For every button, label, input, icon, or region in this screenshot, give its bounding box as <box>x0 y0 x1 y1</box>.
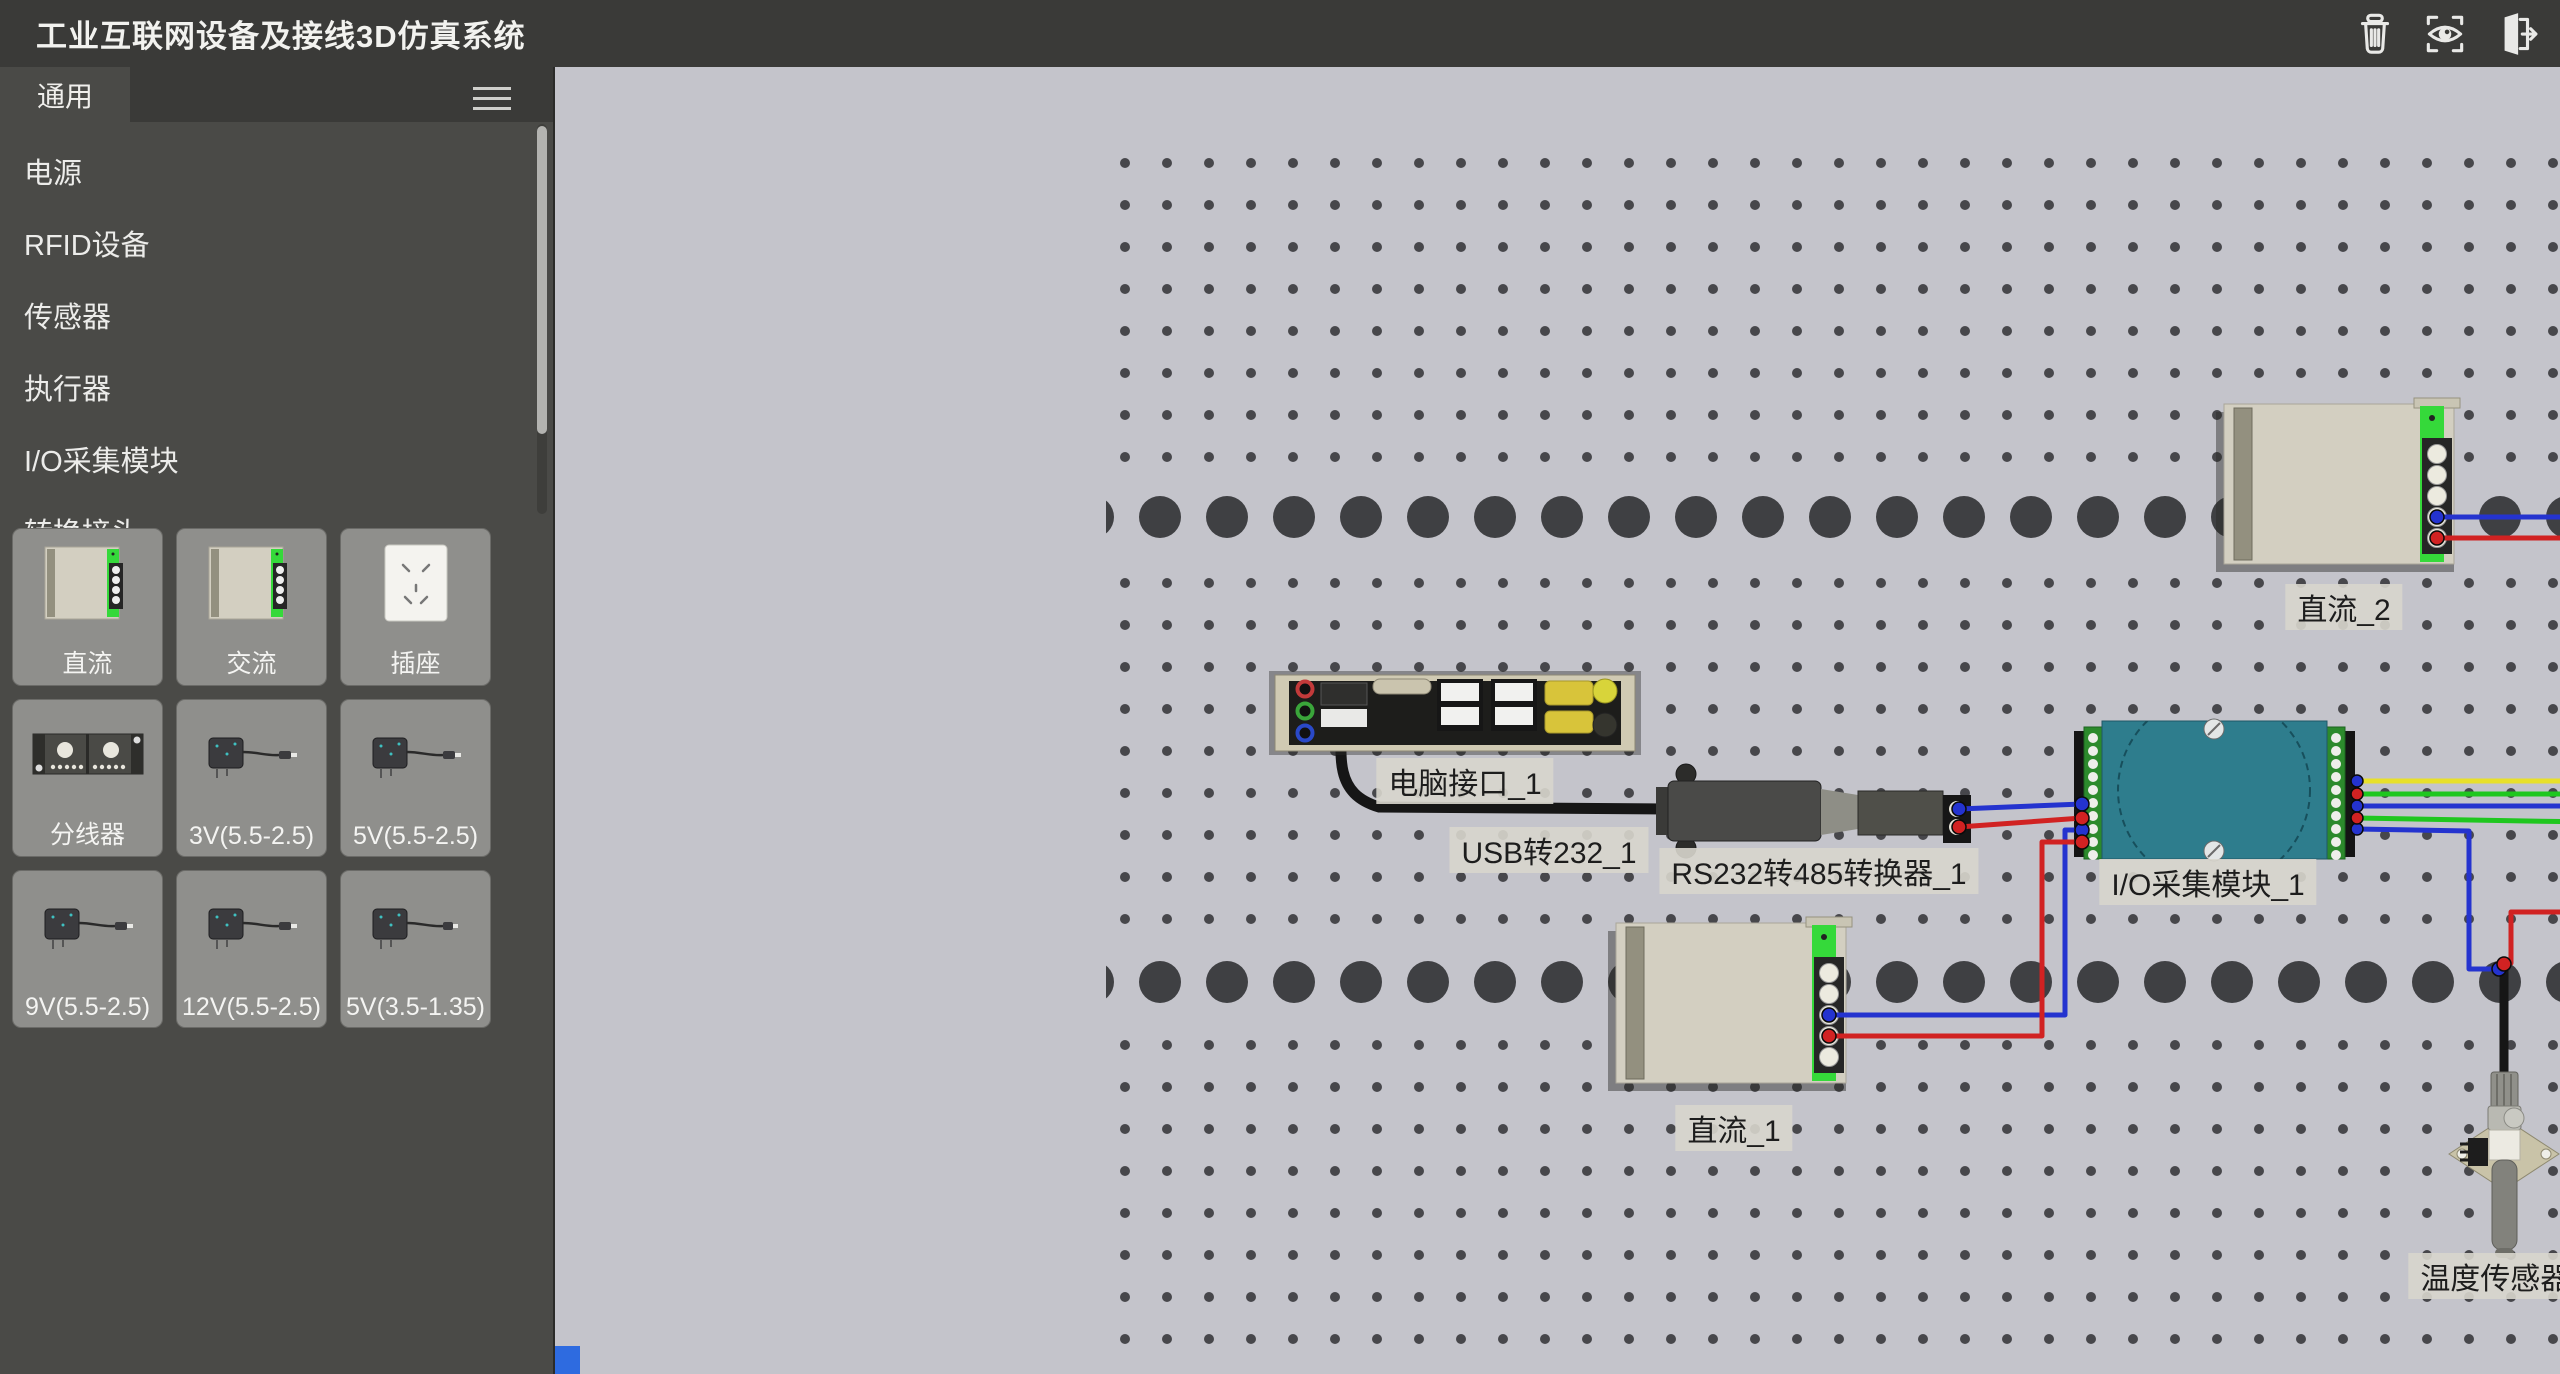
sidebar-item-sensor[interactable]: 传感器 <box>0 279 520 351</box>
topbar-icons <box>2348 7 2542 61</box>
tile-label: 插座 <box>341 644 490 680</box>
sidebar: 通用 电源 RFID设备 传感器 执行器 I/O采集模块 转换接头 <box>0 67 555 1374</box>
power-adapter-icon <box>23 881 153 973</box>
tile-5v-135-adapter[interactable]: 5V(3.5-1.35) <box>340 870 491 1028</box>
power-adapter-icon <box>187 710 317 802</box>
sidebar-menu: 电源 RFID设备 传感器 执行器 I/O采集模块 转换接头 <box>0 135 520 567</box>
device-label-pc: 电脑接口_1 <box>1376 758 1553 804</box>
tile-label: 交流 <box>177 644 326 680</box>
tile-label: 5V(3.5-1.35) <box>341 993 490 1022</box>
dc-module-icon <box>33 539 143 631</box>
trash-icon[interactable] <box>2348 7 2402 61</box>
tile-ac[interactable]: 交流 <box>176 528 327 686</box>
tile-splitter[interactable]: 分线器 <box>12 699 163 857</box>
tile-label: 5V(5.5-2.5) <box>341 822 490 851</box>
device-dc2[interactable] <box>2216 398 2460 572</box>
device-label-io: I/O采集模块_1 <box>2099 859 2316 905</box>
sidebar-scrollbar[interactable] <box>537 124 547 514</box>
device-pc-interface[interactable] <box>1269 671 1641 755</box>
canvas[interactable]: 直流_2 分线器_1 电脑接口_1 USB转232_1 RS232转485转换器… <box>553 67 2560 1374</box>
device-label-dc1: 直流_1 <box>1675 1105 1792 1151</box>
tile-5v-adapter[interactable]: 5V(5.5-2.5) <box>340 699 491 857</box>
device-label-temp: 温度传感器_1 <box>2408 1253 2560 1299</box>
power-adapter-icon <box>187 881 317 973</box>
board-svg[interactable] <box>553 67 2560 1374</box>
sidebar-item-actuator[interactable]: 执行器 <box>0 351 520 423</box>
sidebar-item-power[interactable]: 电源 <box>0 135 520 207</box>
tile-dc[interactable]: 直流 <box>12 528 163 686</box>
tile-label: 12V(5.5-2.5) <box>177 993 326 1022</box>
menu-icon[interactable] <box>473 80 511 110</box>
view-icon[interactable] <box>2418 7 2472 61</box>
ac-module-icon <box>197 539 307 631</box>
tile-9v-adapter[interactable]: 9V(5.5-2.5) <box>12 870 163 1028</box>
power-adapter-icon <box>351 710 481 802</box>
tile-label: 分线器 <box>13 815 162 851</box>
sidebar-item-io-module[interactable]: I/O采集模块 <box>0 423 520 495</box>
sidebar-tabrow: 通用 <box>0 67 553 122</box>
tile-label: 直流 <box>13 644 162 680</box>
tile-3v-adapter[interactable]: 3V(5.5-2.5) <box>176 699 327 857</box>
sidebar-item-rfid[interactable]: RFID设备 <box>0 207 520 279</box>
tile-socket[interactable]: 插座 <box>340 528 491 686</box>
app-title: 工业互联网设备及接线3D仿真系统 <box>0 11 526 56</box>
canvas-corner-marker <box>553 1346 580 1374</box>
device-label-usb232: USB转232_1 <box>1449 827 1648 873</box>
tile-label: 9V(5.5-2.5) <box>13 993 162 1022</box>
device-dc1[interactable] <box>1608 917 1852 1091</box>
exit-icon[interactable] <box>2488 7 2542 61</box>
power-adapter-icon <box>351 881 481 973</box>
tile-label: 3V(5.5-2.5) <box>177 822 326 851</box>
device-io-module[interactable] <box>2074 694 2355 886</box>
topbar: 工业互联网设备及接线3D仿真系统 <box>0 0 2560 67</box>
device-label-dc2: 直流_2 <box>2285 584 2402 630</box>
app-window: 直流_2 分线器_1 电脑接口_1 USB转232_1 RS232转485转换器… <box>0 0 2560 1374</box>
socket-icon <box>361 539 471 631</box>
device-label-rs485: RS232转485转换器_1 <box>1659 848 1978 894</box>
component-tiles: 直流 交流 <box>12 528 491 1028</box>
tile-12v-adapter[interactable]: 12V(5.5-2.5) <box>176 870 327 1028</box>
splitter-icon <box>23 710 153 802</box>
sidebar-scrollbar-thumb[interactable] <box>537 126 547 434</box>
tab-general[interactable]: 通用 <box>0 67 130 122</box>
